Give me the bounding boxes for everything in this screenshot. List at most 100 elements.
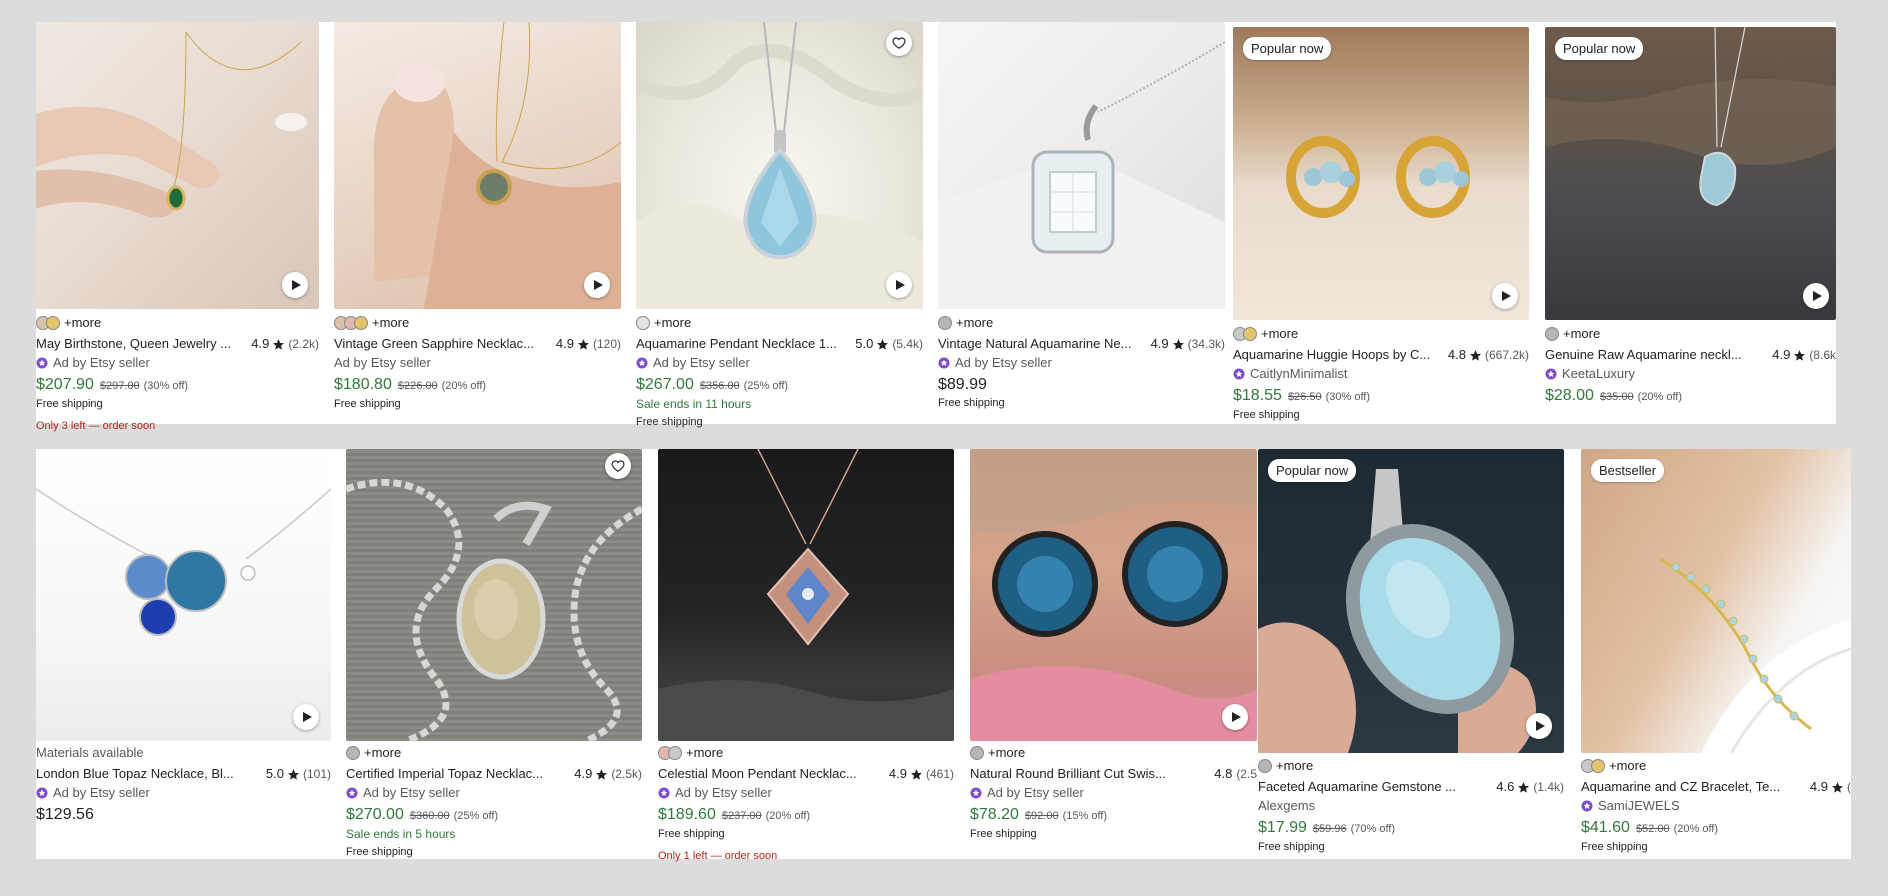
play-icon bbox=[1536, 721, 1545, 731]
listing-title[interactable]: Genuine Raw Aquamarine neckl... bbox=[1545, 347, 1764, 363]
play-video-button[interactable] bbox=[1803, 283, 1829, 309]
product-image-celestial-moon[interactable] bbox=[658, 449, 954, 741]
more-options[interactable]: +more bbox=[686, 745, 723, 761]
product-image-aquamarine-pendant[interactable] bbox=[636, 22, 923, 309]
play-icon bbox=[594, 280, 603, 290]
listing-title[interactable]: London Blue Topaz Necklace, Bl... bbox=[36, 766, 258, 782]
play-icon bbox=[1813, 291, 1822, 301]
listing-card[interactable]: +more Vintage Green Sapphire Necklac... … bbox=[334, 22, 621, 422]
more-options[interactable]: +more bbox=[64, 315, 101, 331]
play-video-button[interactable] bbox=[293, 704, 319, 730]
play-video-button[interactable] bbox=[1492, 283, 1518, 309]
more-options[interactable]: +more bbox=[1609, 758, 1646, 774]
product-image-huggie-hoops[interactable]: Popular now bbox=[1233, 27, 1529, 320]
listing-title[interactable]: May Birthstone, Queen Jewelry ... bbox=[36, 336, 243, 352]
rating: 4.9 (2.2k) bbox=[251, 336, 319, 351]
star-icon bbox=[1518, 781, 1530, 793]
star-icon bbox=[288, 768, 299, 780]
discount: (20% off) bbox=[1637, 391, 1683, 403]
seller-line[interactable]: Alexgems bbox=[1258, 798, 1564, 814]
discount: (15% off) bbox=[1062, 810, 1108, 822]
listing-card[interactable]: Popular now +more Faceted Aquamarine Gem… bbox=[1258, 449, 1564, 859]
color-swatches: +more bbox=[1581, 758, 1851, 774]
discount: (20% off) bbox=[765, 810, 811, 822]
more-options[interactable]: +more bbox=[654, 315, 691, 331]
play-video-button[interactable] bbox=[282, 272, 308, 298]
listing-card[interactable]: +more Vintage Natural Aquamarine Ne... 4… bbox=[938, 22, 1225, 422]
listing-card[interactable]: Materials available London Blue Topaz Ne… bbox=[36, 449, 331, 849]
play-video-button[interactable] bbox=[584, 272, 610, 298]
listing-title[interactable]: Aquamarine Pendant Necklace 1... bbox=[636, 336, 847, 352]
color-swatches: +more bbox=[1258, 758, 1564, 774]
color-swatches: +more bbox=[938, 315, 1225, 331]
star-icon bbox=[1172, 338, 1184, 350]
listing-info: +more Certified Imperial Topaz Necklac..… bbox=[346, 745, 642, 860]
star-icon bbox=[877, 338, 889, 350]
more-options[interactable]: +more bbox=[988, 745, 1025, 761]
seller-line: Ad by Etsy seller bbox=[636, 355, 923, 371]
seller-line: Ad by Etsy seller bbox=[334, 355, 431, 370]
listing-title[interactable]: Vintage Green Sapphire Necklac... bbox=[334, 336, 548, 352]
product-image-raw-aquamarine[interactable]: Popular now bbox=[1545, 27, 1836, 320]
listing-title[interactable]: Certified Imperial Topaz Necklac... bbox=[346, 766, 566, 782]
seller-line: Ad by Etsy seller bbox=[938, 355, 1225, 371]
listing-card[interactable]: +more Aquamarine Pendant Necklace 1... 5… bbox=[636, 22, 923, 428]
product-image-cz-bracelet[interactable]: Bestseller bbox=[1581, 449, 1851, 753]
product-image-swiss-blue-topaz-studs[interactable] bbox=[970, 449, 1257, 741]
listing-title[interactable]: Vintage Natural Aquamarine Ne... bbox=[938, 336, 1143, 352]
product-image-london-blue-topaz[interactable] bbox=[36, 449, 331, 741]
play-video-button[interactable] bbox=[1526, 713, 1552, 739]
favorite-button[interactable] bbox=[886, 30, 912, 56]
free-shipping: Free shipping bbox=[938, 397, 1005, 409]
listing-title[interactable]: Aquamarine Huggie Hoops by C... bbox=[1233, 347, 1440, 363]
color-swatches: +more bbox=[658, 745, 954, 761]
play-icon bbox=[292, 280, 301, 290]
play-video-button[interactable] bbox=[886, 272, 912, 298]
listing-card[interactable]: +more Certified Imperial Topaz Necklac..… bbox=[346, 449, 642, 858]
play-icon bbox=[303, 712, 312, 722]
star-icon bbox=[1794, 349, 1806, 361]
listing-card[interactable]: +more May Birthstone, Queen Jewelry ... … bbox=[36, 22, 319, 432]
more-options[interactable]: +more bbox=[364, 745, 401, 761]
listing-title[interactable]: Aquamarine and CZ Bracelet, Te... bbox=[1581, 779, 1802, 795]
free-shipping: Free shipping bbox=[1581, 841, 1648, 853]
listing-card[interactable]: Popular now +more Aquamarine Huggie Hoop… bbox=[1233, 27, 1529, 422]
listing-title[interactable]: Natural Round Brilliant Cut Swis... bbox=[970, 766, 1206, 782]
listing-card[interactable]: +more Celestial Moon Pendant Necklac... … bbox=[658, 449, 954, 862]
free-shipping: Free shipping bbox=[346, 846, 413, 858]
play-video-button[interactable] bbox=[1222, 704, 1248, 730]
star-seller-icon bbox=[1581, 800, 1593, 812]
listing-title[interactable]: Celestial Moon Pendant Necklac... bbox=[658, 766, 881, 782]
star-seller-icon bbox=[36, 787, 48, 799]
listing-info: +more Aquamarine and CZ Bracelet, Te... … bbox=[1581, 758, 1851, 855]
sale-price: $270.00 bbox=[346, 806, 404, 823]
bestseller-badge: Bestseller bbox=[1591, 459, 1665, 482]
seller-line[interactable]: CaitlynMinimalist bbox=[1233, 366, 1529, 382]
product-image-faceted-aquamarine[interactable]: Popular now bbox=[1258, 449, 1564, 753]
listing-info: +more Aquamarine Pendant Necklace 1... 5… bbox=[636, 315, 923, 430]
sale-price: $41.60 bbox=[1581, 819, 1630, 836]
more-options[interactable]: +more bbox=[1276, 758, 1313, 774]
discount: (30% off) bbox=[143, 380, 189, 392]
product-image-green-sapphire[interactable] bbox=[334, 22, 621, 309]
product-image-vintage-aquamarine[interactable] bbox=[938, 22, 1225, 309]
listing-title[interactable]: Faceted Aquamarine Gemstone ... bbox=[1258, 779, 1488, 795]
rating: 4.6 (1.4k) bbox=[1496, 779, 1564, 794]
listing-card[interactable]: Popular now +more Genuine Raw Aquamarine… bbox=[1545, 27, 1836, 422]
product-image-imperial-topaz[interactable] bbox=[346, 449, 642, 741]
popular-now-badge: Popular now bbox=[1243, 37, 1332, 60]
listing-info: +more Natural Round Brilliant Cut Swis..… bbox=[970, 745, 1257, 842]
more-options[interactable]: +more bbox=[372, 315, 409, 331]
seller-line: Ad by Etsy seller bbox=[970, 785, 1257, 801]
more-options[interactable]: +more bbox=[1563, 326, 1600, 342]
more-options[interactable]: +more bbox=[1261, 326, 1298, 342]
product-image-emerald-pendant[interactable] bbox=[36, 22, 319, 309]
more-options[interactable]: +more bbox=[956, 315, 993, 331]
color-swatches: +more bbox=[970, 745, 1257, 761]
listing-card[interactable]: +more Natural Round Brilliant Cut Swis..… bbox=[970, 449, 1257, 849]
seller-line[interactable]: KeetaLuxury bbox=[1545, 366, 1836, 382]
seller-line[interactable]: SamiJEWELS bbox=[1581, 798, 1851, 814]
sale-price: $17.99 bbox=[1258, 819, 1307, 836]
favorite-button[interactable] bbox=[605, 453, 631, 479]
listing-card[interactable]: Bestseller +more Aquamarine and CZ Brace… bbox=[1581, 449, 1851, 859]
